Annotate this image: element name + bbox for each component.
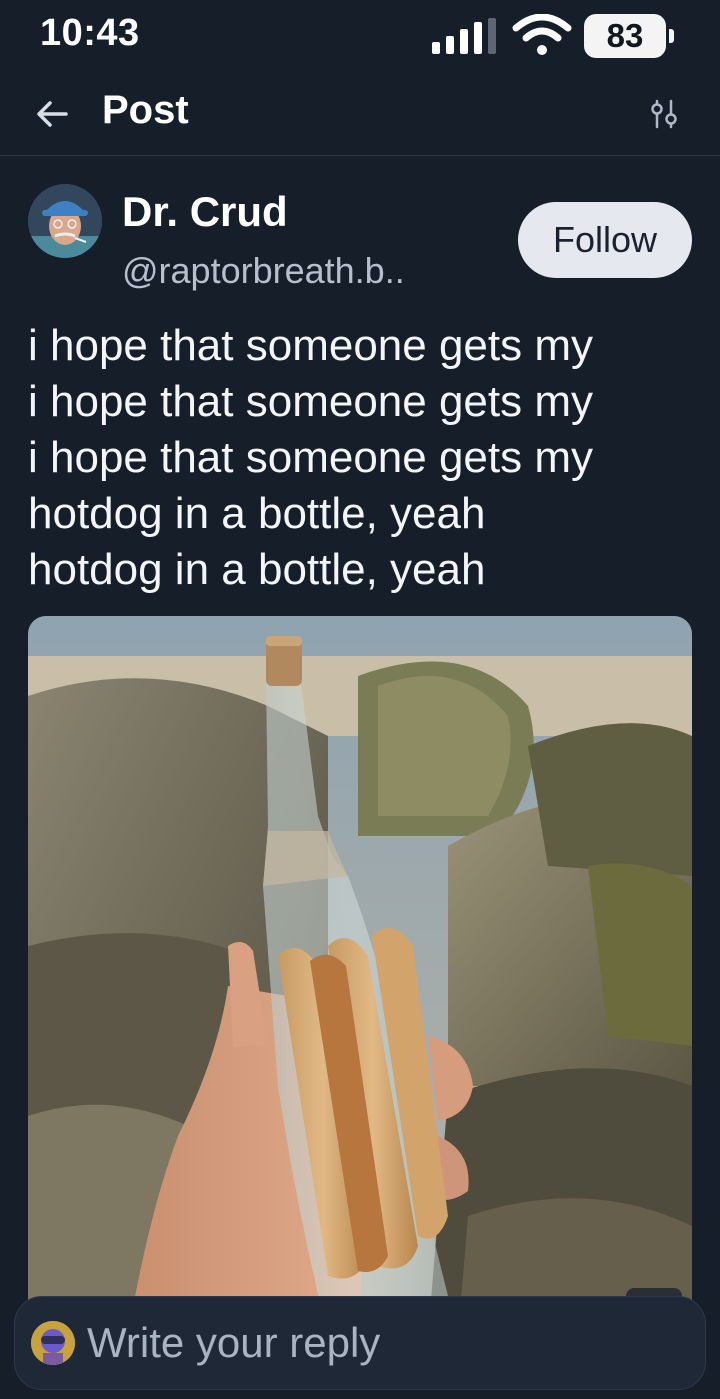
reply-input[interactable]: Write your reply — [87, 1319, 380, 1367]
signal-icon — [432, 18, 496, 54]
author-name[interactable]: Dr. Crud — [122, 188, 288, 236]
hotdog-bottle-photo — [28, 616, 692, 1336]
battery-icon: 83 — [584, 14, 676, 58]
page-title: Post — [102, 88, 189, 132]
post-author: Dr. Crud @raptorbreath.b.. Follow — [0, 170, 720, 300]
reply-bar[interactable]: Write your reply — [14, 1296, 706, 1390]
post-text-line: hotdog in a bottle, yeah — [28, 489, 486, 538]
wifi-icon — [512, 14, 572, 55]
post-image[interactable] — [28, 616, 692, 1336]
reply-avatar — [31, 1321, 75, 1365]
battery-cap — [669, 29, 674, 43]
post-text-line: i hope that someone gets my — [28, 321, 593, 370]
post-text: i hope that someone gets my i hope that … — [28, 318, 698, 598]
back-arrow-icon[interactable] — [34, 96, 70, 132]
status-time: 10:43 — [40, 12, 140, 54]
battery-level: 83 — [584, 14, 666, 58]
post-text-line: hotdog in a bottle, yeah — [28, 545, 486, 594]
post-text-line: i hope that someone gets my — [28, 377, 593, 426]
author-avatar[interactable] — [28, 184, 102, 258]
follow-button[interactable]: Follow — [518, 202, 692, 278]
post-header: Post — [0, 76, 720, 156]
post-text-line: i hope that someone gets my — [28, 433, 593, 482]
reply-avatar-image — [31, 1321, 75, 1365]
author-handle[interactable]: @raptorbreath.b.. — [122, 250, 405, 292]
filter-icon[interactable] — [648, 98, 680, 130]
avatar-image — [28, 184, 102, 258]
status-bar: 10:43 83 — [0, 0, 720, 76]
